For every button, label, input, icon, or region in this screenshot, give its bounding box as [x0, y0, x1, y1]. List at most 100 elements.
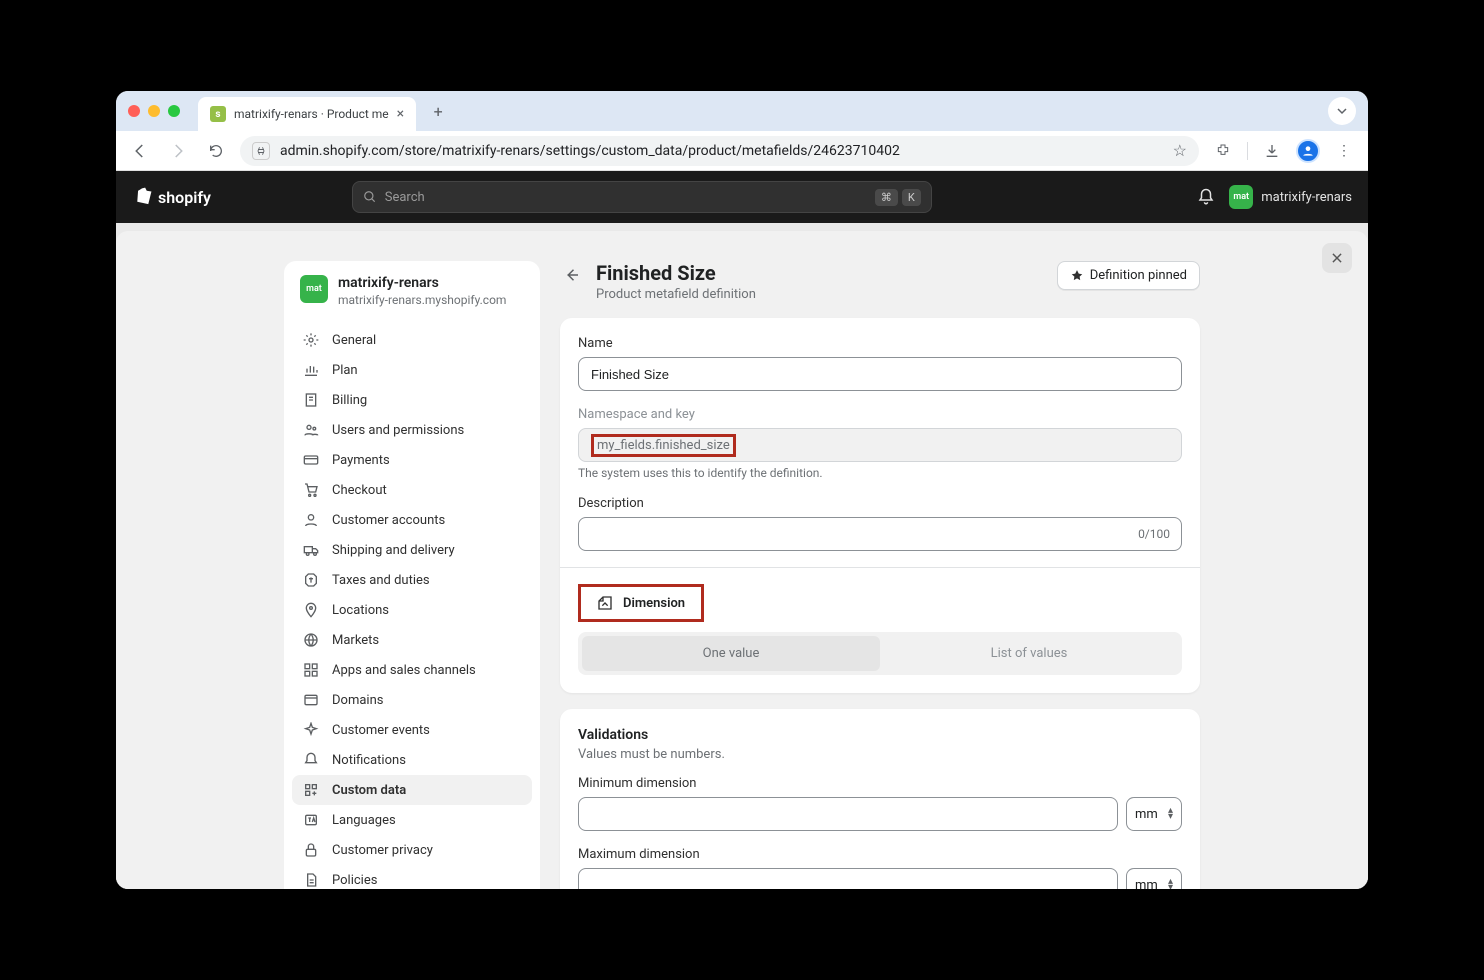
store-menu[interactable]: mat matrixify-renars [1229, 185, 1352, 209]
sidebar-item-general[interactable]: General [292, 325, 532, 355]
type-pill[interactable]: Dimension [583, 589, 699, 617]
sidebar-item-customer-accounts[interactable]: Customer accounts [292, 505, 532, 535]
sidebar-store-name: matrixify-renars [338, 275, 506, 291]
downloads-icon[interactable] [1258, 137, 1286, 165]
max-unit-select[interactable]: mm ▴▾ [1126, 868, 1182, 889]
tab-dropdown-button[interactable] [1328, 97, 1356, 125]
url-bar[interactable]: admin.shopify.com/store/matrixify-renars… [240, 136, 1199, 166]
sidebar-item-locations[interactable]: Locations [292, 595, 532, 625]
language-icon [302, 811, 320, 829]
description-input[interactable] [578, 517, 1182, 551]
kbd-hint: ⌘ K [875, 189, 921, 206]
validations-card: Validations Values must be numbers. Mini… [560, 709, 1200, 889]
settings-modal: mat matrixify-renars matrixify-renars.my… [116, 223, 1368, 889]
sidebar-item-apps[interactable]: Apps and sales channels [292, 655, 532, 685]
dimension-icon [597, 595, 613, 611]
pin-icon [302, 601, 320, 619]
document-icon [302, 871, 320, 889]
settings-sidebar: mat matrixify-renars matrixify-renars.my… [284, 261, 540, 889]
type-highlight: Dimension [578, 584, 704, 622]
tab-list-values[interactable]: List of values [880, 636, 1178, 671]
max-dimension-input[interactable] [578, 868, 1118, 889]
profile-avatar[interactable] [1296, 139, 1320, 163]
cart-icon [302, 481, 320, 499]
sidebar-item-checkout[interactable]: Checkout [292, 475, 532, 505]
namespace-highlight: my_fields.finished_size [591, 434, 736, 457]
min-unit-select[interactable]: mm ▴▾ [1126, 797, 1182, 831]
tab-title: matrixify-renars · Product me [234, 107, 389, 121]
sidebar-item-markets[interactable]: Markets [292, 625, 532, 655]
window-maximize[interactable] [168, 105, 180, 117]
description-label: Description [578, 496, 1182, 511]
back-arrow-button[interactable] [560, 263, 584, 287]
sidebar-item-users[interactable]: Users and permissions [292, 415, 532, 445]
chart-icon [302, 361, 320, 379]
sidebar-item-domains[interactable]: Domains [292, 685, 532, 715]
shopify-logo[interactable]: shopify [132, 186, 211, 208]
browser-window: s matrixify-renars · Product me × + admi… [116, 91, 1368, 889]
sidebar-item-payments[interactable]: Payments [292, 445, 532, 475]
sidebar-item-privacy[interactable]: Customer privacy [292, 835, 532, 865]
namespace-input: my_fields.finished_size [578, 428, 1182, 462]
name-input[interactable] [578, 357, 1182, 391]
validations-title: Validations [578, 727, 1182, 743]
window-minimize[interactable] [148, 105, 160, 117]
min-dimension-input[interactable] [578, 797, 1118, 831]
sidebar-item-notifications[interactable]: Notifications [292, 745, 532, 775]
close-modal-button[interactable] [1322, 243, 1352, 273]
app-header: shopify Search ⌘ K mat matrixify-renars [116, 171, 1368, 223]
sidebar-item-customer-events[interactable]: Customer events [292, 715, 532, 745]
new-tab-button[interactable]: + [424, 97, 452, 125]
sidebar-item-billing[interactable]: Billing [292, 385, 532, 415]
favicon-icon: s [210, 106, 226, 122]
chevron-updown-icon: ▴▾ [1168, 879, 1173, 889]
data-icon [302, 781, 320, 799]
namespace-label: Namespace and key [578, 407, 1182, 422]
extensions-icon[interactable] [1209, 137, 1237, 165]
browser-toolbar: admin.shopify.com/store/matrixify-renars… [116, 131, 1368, 171]
window-close[interactable] [128, 105, 140, 117]
sidebar-store-avatar: mat [300, 275, 328, 303]
site-settings-icon[interactable] [252, 142, 270, 160]
tab-one-value[interactable]: One value [582, 636, 880, 671]
search-placeholder: Search [385, 190, 867, 205]
value-mode-tabs: One value List of values [578, 632, 1182, 675]
reload-button[interactable] [202, 137, 230, 165]
forward-button[interactable] [164, 137, 192, 165]
spark-icon [302, 721, 320, 739]
browser-menu-icon[interactable]: ⋮ [1330, 137, 1358, 165]
store-name: matrixify-renars [1261, 190, 1352, 205]
truck-icon [302, 541, 320, 559]
back-button[interactable] [126, 137, 154, 165]
definition-card: Name Namespace and key my_fields.finishe… [560, 318, 1200, 693]
notifications-icon[interactable] [1197, 188, 1215, 206]
sidebar-item-policies[interactable]: Policies [292, 865, 532, 889]
validations-subtitle: Values must be numbers. [578, 747, 1182, 762]
sidebar-item-taxes[interactable]: Taxes and duties [292, 565, 532, 595]
search-input[interactable]: Search ⌘ K [352, 181, 932, 213]
namespace-help: The system uses this to identify the def… [578, 466, 1182, 480]
definition-pinned-badge[interactable]: Definition pinned [1057, 261, 1200, 290]
sidebar-item-languages[interactable]: Languages [292, 805, 532, 835]
page-subtitle: Product metafield definition [596, 287, 756, 302]
grid-icon [302, 661, 320, 679]
gear-icon [302, 331, 320, 349]
tab-close-icon[interactable]: × [397, 106, 404, 122]
lock-icon [302, 841, 320, 859]
max-dimension-label: Maximum dimension [578, 847, 1182, 862]
min-dimension-label: Minimum dimension [578, 776, 1182, 791]
browser-tab[interactable]: s matrixify-renars · Product me × [198, 97, 416, 131]
bell-icon [302, 751, 320, 769]
bookmark-icon[interactable]: ☆ [1173, 141, 1187, 160]
description-count: 0/100 [1138, 527, 1170, 541]
receipt-icon [302, 391, 320, 409]
person-icon [302, 511, 320, 529]
chevron-updown-icon: ▴▾ [1168, 808, 1173, 820]
store-avatar: mat [1229, 185, 1253, 209]
money-icon [302, 571, 320, 589]
users-icon [302, 421, 320, 439]
domain-icon [302, 691, 320, 709]
sidebar-item-shipping[interactable]: Shipping and delivery [292, 535, 532, 565]
sidebar-item-custom-data[interactable]: Custom data [292, 775, 532, 805]
sidebar-item-plan[interactable]: Plan [292, 355, 532, 385]
